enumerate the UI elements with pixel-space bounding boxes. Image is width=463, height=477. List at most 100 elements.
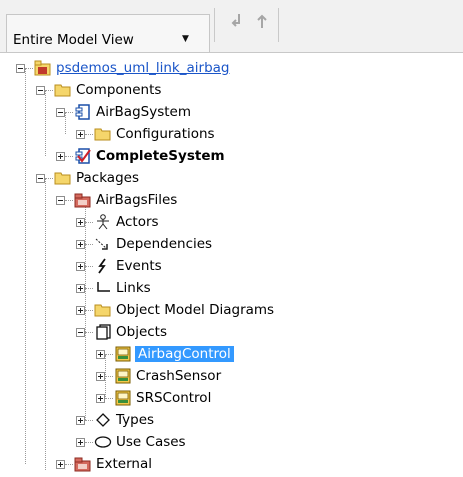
- tree-item-actors[interactable]: Actors: [76, 211, 159, 233]
- tree-dash: [85, 419, 93, 421]
- tree-item-label: Objects: [116, 324, 168, 340]
- collapse-toggle[interactable]: [76, 327, 85, 337]
- use-case-icon: [94, 434, 112, 450]
- chevron-down-icon[interactable]: ▼: [182, 34, 189, 44]
- tree-item-label: AirbagControl: [135, 346, 234, 362]
- tree-dash: [45, 177, 53, 179]
- tree-dash: [85, 221, 93, 223]
- tree-item-complete-system[interactable]: CompleteSystem: [56, 145, 225, 167]
- tree-item-external[interactable]: External: [56, 453, 152, 475]
- tree-item-srs-control[interactable]: SRSControl: [96, 387, 211, 409]
- expand-toggle[interactable]: [56, 459, 65, 469]
- tree-item-label: Actors: [116, 214, 159, 230]
- tree-item-events[interactable]: Events: [76, 255, 162, 277]
- tree-item-components[interactable]: Components: [36, 79, 161, 101]
- tree-item-dependencies[interactable]: Dependencies: [76, 233, 212, 255]
- package-icon: [74, 456, 92, 472]
- folder-icon: [94, 126, 112, 142]
- folder-icon: [54, 82, 72, 98]
- collapse-toggle[interactable]: [56, 107, 65, 117]
- tree-dash: [25, 67, 33, 69]
- tree-item-label: AirBagsFiles: [96, 192, 178, 208]
- toolbar-separator: [214, 8, 215, 42]
- expand-toggle[interactable]: [76, 217, 85, 227]
- model-tree: psdemos_uml_link_airbag Components AirBa…: [0, 53, 463, 477]
- tree-item-crash-sensor[interactable]: CrashSensor: [96, 365, 221, 387]
- link-icon: [94, 280, 112, 296]
- active-component-icon: [74, 148, 92, 164]
- tree-item-label: Packages: [76, 170, 139, 186]
- object-instance-icon: [114, 390, 132, 406]
- package-icon: [74, 192, 92, 208]
- tree-item-use-cases[interactable]: Use Cases: [76, 431, 186, 453]
- tree-item-configurations[interactable]: Configurations: [76, 123, 215, 145]
- expand-toggle[interactable]: [76, 305, 85, 315]
- expand-toggle[interactable]: [96, 349, 105, 359]
- tree-dash: [105, 353, 113, 355]
- expand-toggle[interactable]: [96, 371, 105, 381]
- tree-item-label: Types: [116, 412, 155, 428]
- tree-item-label: psdemos_uml_link_airbag: [56, 60, 230, 76]
- tree-item-label: Object Model Diagrams: [116, 302, 275, 318]
- tree-item-label: AirBagSystem: [96, 104, 191, 120]
- tree-dash: [65, 111, 73, 113]
- collapse-toggle[interactable]: [36, 173, 45, 183]
- tree-dash: [65, 155, 73, 157]
- tree-dash: [85, 287, 93, 289]
- tree-dash: [85, 331, 93, 333]
- tree-dash: [85, 441, 93, 443]
- collapse-toggle[interactable]: [16, 63, 25, 73]
- tree-item-objects[interactable]: Objects: [76, 321, 167, 343]
- tree-item-links[interactable]: Links: [76, 277, 151, 299]
- tree-dash: [105, 375, 113, 377]
- model-view-label: Entire Model View: [13, 32, 134, 48]
- collapse-toggle[interactable]: [56, 195, 65, 205]
- expand-toggle[interactable]: [96, 393, 105, 403]
- dependency-icon: [94, 236, 112, 252]
- tree-item-airbags-files[interactable]: AirBagsFiles: [56, 189, 177, 211]
- project-icon: [34, 60, 52, 76]
- folder-icon: [94, 302, 112, 318]
- tree-item-root[interactable]: psdemos_uml_link_airbag: [16, 57, 230, 79]
- tree-toolbar: Entire Model View ▼: [0, 0, 463, 53]
- tree-item-airbag-system[interactable]: AirBagSystem: [56, 101, 191, 123]
- tree-item-label: CompleteSystem: [96, 148, 225, 164]
- tree-item-label: CrashSensor: [136, 368, 222, 384]
- actor-icon: [94, 214, 112, 230]
- expand-toggle[interactable]: [76, 239, 85, 249]
- tree-dash: [85, 265, 93, 267]
- expand-toggle[interactable]: [76, 437, 85, 447]
- tree-item-object-model-diagrams[interactable]: Object Model Diagrams: [76, 299, 274, 321]
- tree-dash: [85, 309, 93, 311]
- collapse-toggle[interactable]: [36, 85, 45, 95]
- tree-dash: [65, 199, 73, 201]
- tree-connector: [25, 68, 26, 464]
- tree-item-airbag-control[interactable]: AirbagControl: [96, 343, 234, 365]
- tree-item-types[interactable]: Types: [76, 409, 154, 431]
- tree-item-label: Dependencies: [116, 236, 213, 252]
- tree-item-label: Use Cases: [116, 434, 186, 450]
- expand-toggle[interactable]: [76, 283, 85, 293]
- expand-toggle[interactable]: [76, 415, 85, 425]
- tree-item-label: Configurations: [116, 126, 215, 142]
- toolbar-separator: [278, 8, 279, 42]
- tree-connector: [45, 178, 46, 470]
- tree-item-label: Links: [116, 280, 151, 296]
- tree-dash: [85, 133, 93, 135]
- type-diamond-icon: [94, 412, 112, 428]
- object-instance-icon: [114, 368, 132, 384]
- tree-item-packages[interactable]: Packages: [36, 167, 139, 189]
- folder-icon: [54, 170, 72, 186]
- expand-toggle[interactable]: [56, 151, 65, 161]
- tree-dash: [65, 463, 73, 465]
- expand-toggle[interactable]: [76, 261, 85, 271]
- arrow-down-left-icon[interactable]: [225, 10, 249, 34]
- event-icon: [94, 258, 112, 274]
- tree-item-label: External: [96, 456, 153, 472]
- object-instance-icon: [114, 346, 132, 362]
- component-icon: [74, 104, 92, 120]
- expand-toggle[interactable]: [76, 129, 85, 139]
- tree-item-label: SRSControl: [136, 390, 212, 406]
- arrow-up-icon[interactable]: [250, 10, 274, 34]
- model-view-dropdown[interactable]: Entire Model View ▼: [6, 14, 210, 52]
